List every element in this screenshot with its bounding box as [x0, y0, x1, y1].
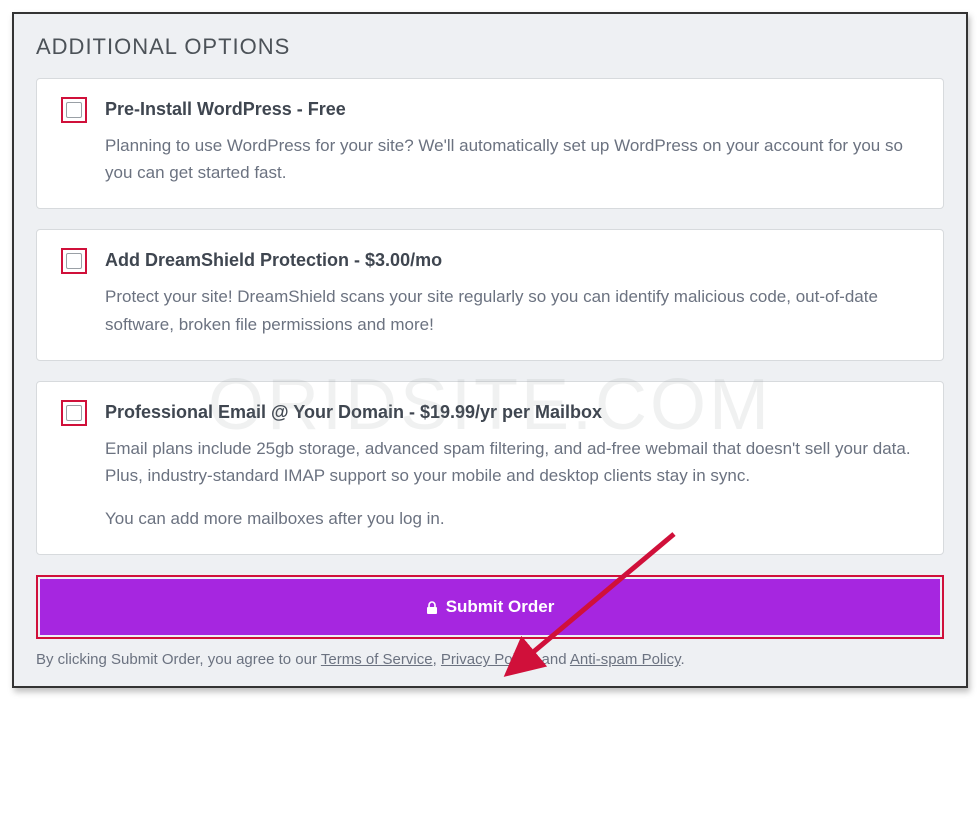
checkbox-inner: [66, 102, 82, 118]
checkbox-email[interactable]: [61, 400, 87, 426]
option-body: Professional Email @ Your Domain - $19.9…: [105, 402, 919, 533]
privacy-link[interactable]: Privacy Policy: [441, 651, 533, 668]
option-card-email: Professional Email @ Your Domain - $19.9…: [36, 381, 944, 556]
option-title: Add DreamShield Protection - $3.00/mo: [105, 250, 919, 271]
option-description-extra: You can add more mailboxes after you log…: [105, 505, 919, 532]
submit-label: Submit Order: [446, 597, 555, 617]
option-card-wordpress: Pre-Install WordPress - Free Planning to…: [36, 78, 944, 209]
disclaimer-suffix: .: [680, 651, 684, 668]
section-title: ADDITIONAL OPTIONS: [36, 34, 944, 60]
checkbox-wordpress[interactable]: [61, 97, 87, 123]
submit-highlight-frame: Submit Order: [36, 575, 944, 639]
terms-link[interactable]: Terms of Service: [321, 651, 433, 668]
lock-icon: [426, 600, 438, 614]
option-description: Email plans include 25gb storage, advanc…: [105, 435, 919, 489]
checkbox-inner: [66, 405, 82, 421]
option-body: Add DreamShield Protection - $3.00/mo Pr…: [105, 250, 919, 337]
sep: , and: [533, 651, 570, 668]
option-card-dreamshield: Add DreamShield Protection - $3.00/mo Pr…: [36, 229, 944, 360]
disclaimer-prefix: By clicking Submit Order, you agree to o…: [36, 651, 321, 668]
option-title: Professional Email @ Your Domain - $19.9…: [105, 402, 919, 423]
option-description: Protect your site! DreamShield scans you…: [105, 283, 919, 337]
option-body: Pre-Install WordPress - Free Planning to…: [105, 99, 919, 186]
disclaimer-text: By clicking Submit Order, you agree to o…: [36, 651, 944, 668]
option-description: Planning to use WordPress for your site?…: [105, 132, 919, 186]
sep: ,: [433, 651, 441, 668]
option-title: Pre-Install WordPress - Free: [105, 99, 919, 120]
submit-order-button[interactable]: Submit Order: [40, 579, 940, 635]
checkbox-inner: [66, 253, 82, 269]
additional-options-panel: ADDITIONAL OPTIONS Pre-Install WordPress…: [12, 12, 968, 688]
antispam-link[interactable]: Anti-spam Policy: [570, 651, 681, 668]
checkbox-dreamshield[interactable]: [61, 248, 87, 274]
